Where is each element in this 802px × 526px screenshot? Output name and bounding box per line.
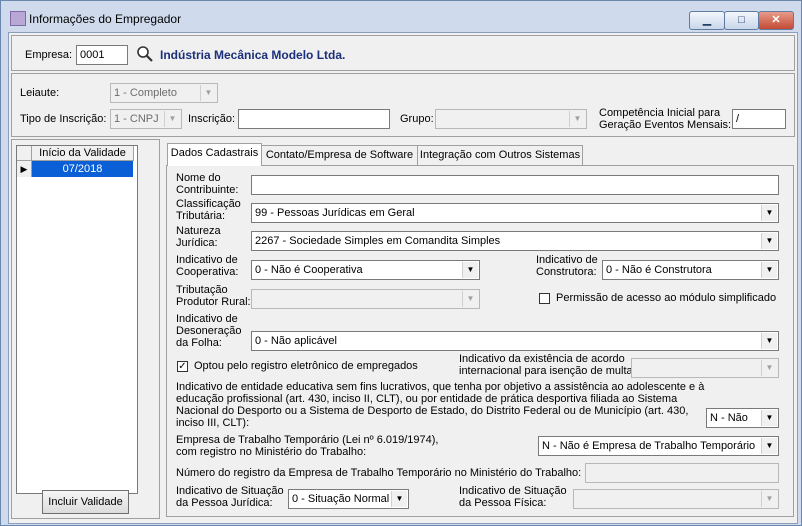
classificacao-label-line-2: Tributária: <box>176 210 226 222</box>
grid-corner <box>17 146 32 161</box>
natureza-label-line-2: Jurídica: <box>176 237 218 249</box>
validity-grid[interactable]: Início da Validade ▶ 07/2018 <box>16 145 138 494</box>
cooperativa-value: 0 - Não é Cooperativa <box>255 264 363 276</box>
cooperativa-select[interactable]: 0 - Não é Cooperativa ▼ <box>251 260 480 280</box>
window-client-area: Empresa: 0001 Indústria Mecânica Modelo … <box>8 32 798 524</box>
tipo-inscricao-value: 1 - CNPJ <box>114 113 159 125</box>
title-bar[interactable]: Informações do Empregador ▁ □ ✕ <box>1 1 801 31</box>
chevron-down-icon: ▼ <box>761 205 777 221</box>
empresa-name: Indústria Mecânica Modelo Ltda. <box>160 48 346 62</box>
chevron-down-icon: ▼ <box>462 291 478 307</box>
temporario-value: N - Não é Empresa de Trabalho Temporário <box>542 440 756 452</box>
construtora-select[interactable]: 0 - Não é Construtora ▼ <box>602 260 779 280</box>
chevron-down-icon: ▼ <box>164 111 180 127</box>
isencao-label-line-2: internacional para isenção de multa: <box>459 365 636 377</box>
chevron-down-icon: ▼ <box>569 111 585 127</box>
tipo-inscricao-label: Tipo de Inscrição: <box>20 113 107 125</box>
search-icon[interactable] <box>136 45 154 63</box>
situacao-pessoa-fisica-select[interactable]: ▼ <box>573 489 779 509</box>
leiaute-select[interactable]: 1 - Completo ▼ <box>110 83 218 103</box>
incluir-validade-button[interactable]: Incluir Validade <box>42 490 129 514</box>
tab-contato-empresa-software[interactable]: Contato/Empresa de Software <box>261 145 418 166</box>
chevron-down-icon: ▼ <box>200 85 216 101</box>
registro-eletronico-label: Optou pelo registro eletrônico de empreg… <box>194 360 418 372</box>
situacao-pessoa-juridica-select[interactable]: 0 - Situação Normal ▼ <box>288 489 409 509</box>
validity-column-header[interactable]: Início da Validade <box>32 146 134 161</box>
chevron-down-icon: ▼ <box>761 491 777 507</box>
row-marker-icon: ▶ <box>17 161 32 177</box>
top-form-panel: Leiaute: 1 - Completo ▼ Tipo de Inscriçã… <box>11 73 795 137</box>
empresa-label: Empresa: <box>25 49 73 61</box>
tipo-inscricao-select[interactable]: 1 - CNPJ ▼ <box>110 109 182 129</box>
nome-label-line-2: Contribuinte: <box>176 184 239 196</box>
educativa-value: N - Não <box>710 412 748 424</box>
app-icon <box>10 11 26 26</box>
classificacao-value: 99 - Pessoas Jurídicas em Geral <box>255 207 415 219</box>
nome-contribuinte-input[interactable] <box>251 175 779 195</box>
educativa-label-line-3: Nacional do Desporto ou a Sistema de Des… <box>176 405 689 417</box>
cooperativa-label-line-2: Cooperativa: <box>176 266 239 278</box>
competencia-input[interactable]: / <box>732 109 786 129</box>
chevron-down-icon: ▼ <box>761 438 777 454</box>
empresa-panel: Empresa: 0001 Indústria Mecânica Modelo … <box>11 35 795 71</box>
construtora-label-line-2: Construtora: <box>536 266 597 278</box>
maximize-button[interactable]: □ <box>724 11 759 30</box>
permissao-checkbox[interactable] <box>539 293 550 304</box>
classificacao-tributaria-select[interactable]: 99 - Pessoas Jurídicas em Geral ▼ <box>251 203 779 223</box>
competencia-label-line-2: Geração Eventos Mensais: <box>599 119 732 131</box>
chevron-down-icon: ▼ <box>761 360 777 376</box>
tab-content-dados-cadastrais: Nome do Contribuinte: Classificação Trib… <box>166 165 794 517</box>
close-button[interactable]: ✕ <box>758 11 794 30</box>
desoneracao-value: 0 - Não aplicável <box>255 335 337 347</box>
main-window: Informações do Empregador ▁ □ ✕ Empresa:… <box>0 0 802 526</box>
construtora-value: 0 - Não é Construtora <box>606 264 712 276</box>
educativa-label-line-4: inciso III, CLT): <box>176 417 250 429</box>
trabalho-temporario-select[interactable]: N - Não é Empresa de Trabalho Temporário… <box>538 436 779 456</box>
entidade-educativa-select[interactable]: N - Não ▼ <box>706 408 779 428</box>
validity-panel: Início da Validade ▶ 07/2018 Incluir Val… <box>11 139 160 519</box>
inscricao-input[interactable] <box>238 109 390 129</box>
situacao-pj-label-line-2: da Pessoa Jurídica: <box>176 497 273 509</box>
temporario-label-line-2: com registro no Ministério do Trabalho: <box>176 446 367 458</box>
chevron-down-icon: ▼ <box>761 410 777 426</box>
minimize-button[interactable]: ▁ <box>689 11 725 30</box>
empresa-code-input[interactable]: 0001 <box>76 45 128 65</box>
tributacao-label-line-2: Produtor Rural: <box>176 296 251 308</box>
desoneracao-folha-select[interactable]: 0 - Não aplicável ▼ <box>251 331 779 351</box>
table-row[interactable]: 07/2018 <box>32 161 133 177</box>
chevron-down-icon: ▼ <box>761 262 777 278</box>
numero-registro-label: Número do registro da Empresa de Trabalh… <box>176 467 582 479</box>
tab-strip: Dados Cadastrais Contato/Empresa de Soft… <box>165 143 793 167</box>
inscricao-label: Inscrição: <box>188 113 236 125</box>
tab-dados-cadastrais[interactable]: Dados Cadastrais <box>167 143 262 166</box>
tributacao-produtor-rural-select[interactable]: ▼ <box>251 289 480 309</box>
registro-eletronico-checkbox[interactable]: ✓ <box>177 361 188 372</box>
grupo-select[interactable]: ▼ <box>435 109 587 129</box>
isencao-multa-select[interactable]: ▼ <box>631 358 779 378</box>
chevron-down-icon: ▼ <box>761 333 777 349</box>
window-title: Informações do Empregador <box>29 12 182 26</box>
leiaute-value: 1 - Completo <box>114 87 177 99</box>
tab-integracao-sistemas[interactable]: Integração com Outros Sistemas <box>417 145 583 166</box>
permissao-label: Permissão de acesso ao módulo simplifica… <box>556 292 777 304</box>
grupo-label: Grupo: <box>400 113 434 125</box>
situacao-pf-label-line-2: da Pessoa Física: <box>459 497 547 509</box>
natureza-juridica-select[interactable]: 2267 - Sociedade Simples em Comandita Si… <box>251 231 779 251</box>
leiaute-label: Leiaute: <box>20 87 60 99</box>
chevron-down-icon: ▼ <box>462 262 478 278</box>
situacao-pj-value: 0 - Situação Normal <box>292 493 390 505</box>
chevron-down-icon: ▼ <box>391 491 407 507</box>
desoneracao-label-line-3: da Folha: <box>176 337 222 349</box>
natureza-value: 2267 - Sociedade Simples em Comandita Si… <box>255 235 501 247</box>
numero-registro-input[interactable] <box>585 463 779 483</box>
chevron-down-icon: ▼ <box>761 233 777 249</box>
